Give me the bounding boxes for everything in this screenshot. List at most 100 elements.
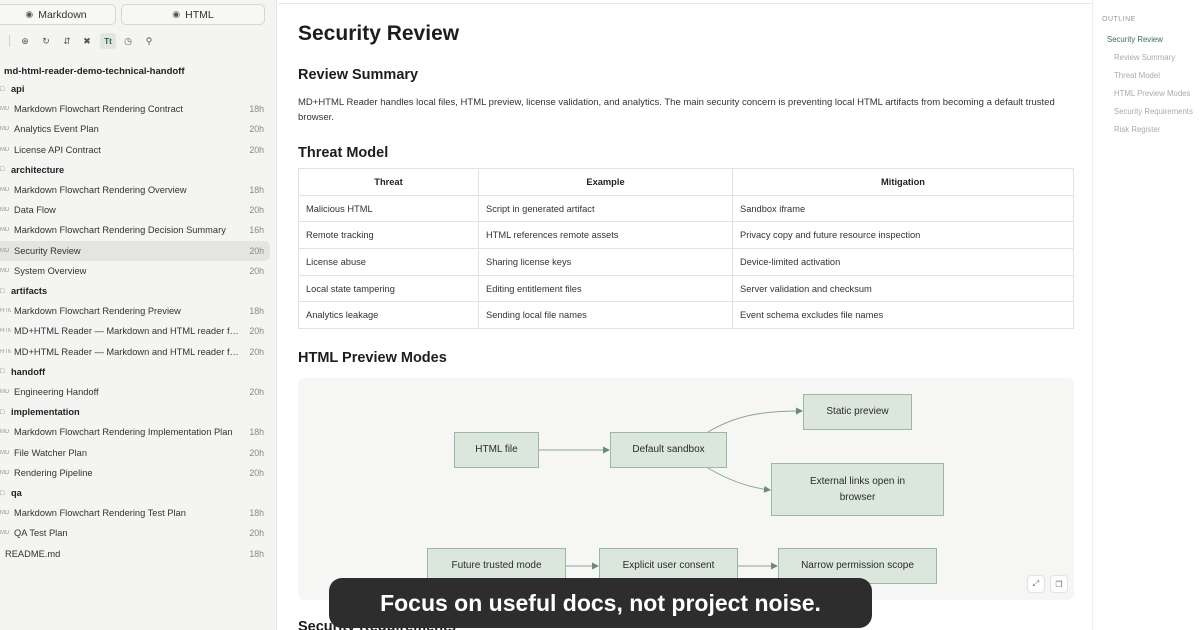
- search-icon[interactable]: ⚲: [141, 33, 157, 49]
- table-cell: License abuse: [298, 248, 479, 276]
- tree-folder[interactable]: □ qa: [0, 483, 270, 503]
- folder-label: architecture: [11, 164, 65, 175]
- file-type-badge: MD: [0, 106, 10, 113]
- expand-diagram-icon[interactable]: ⤢: [1027, 575, 1045, 593]
- tree-file[interactable]: MD Markdown Flowchart Rendering Overview 1…: [0, 180, 270, 200]
- tree-folder[interactable]: □ artifacts: [0, 281, 270, 301]
- table-cell: Editing entitlement files: [478, 274, 733, 303]
- folder-icon: □: [0, 85, 5, 93]
- folder-label: qa: [11, 488, 22, 498]
- file-label: Analytics Event Plan: [14, 124, 99, 135]
- preview-modes-flowchart: HTML file Default sandbox Static preview…: [298, 378, 1074, 600]
- tree-file[interactable]: MD System Overview 20h: [0, 261, 270, 281]
- tree-file[interactable]: HTMLMD+HTML Reader — Markdown and HTML r…: [0, 321, 270, 341]
- file-label: MD+HTML Reader — Markdown and HTML reade…: [14, 346, 240, 357]
- file-label: MD+HTML Reader — Markdown and HTML reade…: [14, 326, 240, 337]
- tree-file[interactable]: MD Markdown Flowchart Rendering Decision …: [0, 220, 270, 240]
- collapse-icon[interactable]: ✖: [79, 33, 95, 49]
- file-modified-time: 20h: [249, 447, 264, 458]
- file-type-badge: MD: [0, 187, 10, 193]
- file-modified-time: 20h: [249, 205, 264, 216]
- tree-file[interactable]: MD QA Test Plan 20h: [0, 523, 270, 543]
- copy-icon[interactable]: ❐: [1050, 575, 1068, 593]
- column-header: Threat: [298, 168, 479, 196]
- file-label: Security Review: [14, 245, 81, 256]
- file-label: README.md: [5, 548, 61, 559]
- tree-file[interactable]: HTMLMD+HTML Reader — Markdown and HTML r…: [0, 342, 270, 362]
- table-cell: HTML references remote assets: [478, 221, 733, 250]
- flow-node-static-preview: Static preview: [803, 394, 912, 430]
- tree-file[interactable]: MD Markdown Flowchart Rendering Implement…: [0, 422, 270, 442]
- top-divider: [278, 3, 1092, 4]
- markdown-mode-button[interactable]: ◉ Markdown: [0, 4, 116, 25]
- refresh-icon[interactable]: ↻: [38, 33, 54, 49]
- edge-sandbox-to-external: [707, 467, 771, 493]
- tree-file[interactable]: README.md 18h: [0, 544, 270, 564]
- file-type-badge: HTML: [0, 328, 11, 335]
- file-label: System Overview: [14, 265, 87, 276]
- file-label: Markdown Flowchart Rendering Contract: [14, 104, 183, 115]
- file-label: Markdown Flowchart Rendering Decision Su…: [14, 225, 226, 236]
- file-type-badge: MD: [0, 227, 10, 234]
- tree-folder[interactable]: □ implementation: [0, 402, 270, 422]
- tree-file[interactable]: HTMLMarkdown Flowchart Rendering Preview…: [0, 301, 270, 321]
- html-mode-button[interactable]: ◉ HTML: [121, 4, 265, 25]
- table-cell: Sandbox iframe: [732, 194, 1074, 223]
- tree-file[interactable]: MD Markdown Flowchart Rendering Contract 1…: [0, 99, 270, 119]
- file-label: Engineering Handoff: [14, 387, 99, 397]
- file-modified-time: 20h: [249, 467, 264, 478]
- folder-label: implementation: [11, 407, 80, 418]
- file-modified-time: 18h: [249, 548, 264, 559]
- outline-item-security-requirements[interactable]: Security Requirements: [1114, 107, 1193, 116]
- file-sidebar: ◉ Markdown ◉ HTML ⊕ ↻ ⇵ ✖ Tt ◷ ⚲ md-html…: [0, 0, 277, 630]
- outline-heading: OUTLINE: [1102, 16, 1136, 23]
- file-type-badge: MD: [0, 449, 10, 456]
- target-icon[interactable]: ⊕: [17, 33, 33, 49]
- tree-file[interactable]: MD License API Contract 20h: [0, 140, 270, 160]
- outline-item-security-review[interactable]: Security Review: [1107, 35, 1163, 44]
- table-cell: Sharing license keys: [478, 248, 733, 276]
- review-summary-text: MD+HTML Reader handles local files, HTML…: [298, 97, 1055, 123]
- tree-file[interactable]: MD Engineering Handoff 20h: [0, 382, 270, 402]
- table-cell: Script in generated artifact: [478, 194, 733, 223]
- folder-label: handoff: [11, 366, 46, 377]
- table-header-row: Threat Example Mitigation: [298, 168, 1074, 196]
- table-cell: Analytics leakage: [298, 301, 479, 330]
- tree-file[interactable]: MD Data Flow 20h: [0, 200, 270, 220]
- section-heading-review-summary: Review Summary: [298, 67, 419, 83]
- table-cell: Sending local file names: [478, 301, 733, 330]
- table-cell: Local state tampering: [298, 274, 479, 303]
- outline-item-html-preview-modes[interactable]: HTML Preview Modes: [1114, 89, 1190, 98]
- threat-model-table: Threat Example Mitigation Malicious HTML…: [298, 168, 1074, 330]
- tree-file[interactable]: MD Markdown Flowchart Rendering Test Plan…: [0, 503, 270, 523]
- tree-file-selected[interactable]: MD Security Review 20h: [0, 240, 270, 261]
- table-row: Local state tampering Editing entitlement…: [298, 274, 1074, 303]
- file-type-badge: MD: [0, 429, 10, 436]
- file-modified-time: 20h: [249, 265, 264, 276]
- column-header: Example: [478, 168, 733, 196]
- table-cell: Remote tracking: [298, 221, 479, 250]
- tree-file[interactable]: MD Rendering Pipeline 20h: [0, 463, 270, 483]
- tree-root-folder[interactable]: md-html-reader-demo-technical-handoff: [4, 66, 185, 77]
- tree-file[interactable]: MD Analytics Event Plan 20h: [0, 119, 270, 139]
- file-modified-time: 18h: [249, 104, 264, 115]
- file-label: Markdown Flowchart Rendering Overview: [14, 185, 187, 195]
- tree-folder[interactable]: □ architecture: [0, 160, 270, 180]
- table-cell: Malicious HTML: [298, 194, 479, 223]
- tree-folder[interactable]: □ api: [0, 79, 270, 99]
- outline-item-threat-model[interactable]: Threat Model: [1114, 71, 1160, 80]
- folder-icon: □: [0, 489, 5, 497]
- outline-item-risk-register[interactable]: Risk Register: [1114, 125, 1160, 134]
- file-label: Markdown Flowchart Rendering Preview: [14, 306, 181, 317]
- flow-node-default-sandbox: Default sandbox: [610, 432, 727, 468]
- tree-folder[interactable]: □ handoff: [0, 362, 270, 382]
- tree-file[interactable]: MD File Watcher Plan 20h: [0, 443, 270, 463]
- folder-label: artifacts: [11, 286, 48, 296]
- expand-icon[interactable]: ⇵: [59, 33, 75, 49]
- table-cell: Privacy copy and future resource inspect…: [732, 221, 1074, 250]
- text-size-icon[interactable]: Tt: [100, 33, 116, 49]
- toolbar-divider: [9, 35, 10, 47]
- outline-item-review-summary[interactable]: Review Summary: [1114, 53, 1175, 62]
- history-icon[interactable]: ◷: [120, 33, 136, 49]
- file-modified-time: 20h: [249, 387, 264, 397]
